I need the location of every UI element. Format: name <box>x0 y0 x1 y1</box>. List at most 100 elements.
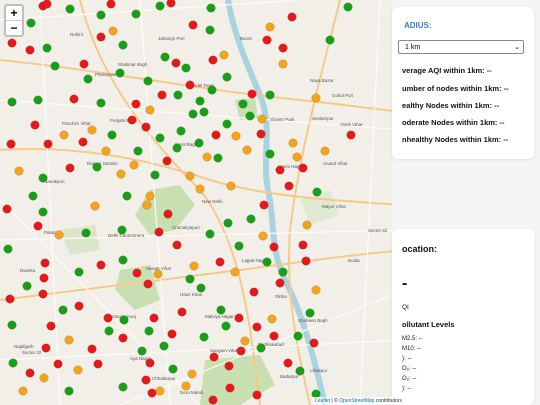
moderate-aqi-marker[interactable] <box>59 130 69 140</box>
good-aqi-marker[interactable] <box>181 63 191 73</box>
moderate-aqi-marker[interactable] <box>108 26 118 36</box>
unhealthy-aqi-marker[interactable] <box>172 240 182 250</box>
good-aqi-marker[interactable] <box>7 97 17 107</box>
unhealthy-aqi-marker[interactable] <box>118 333 128 343</box>
moderate-aqi-marker[interactable] <box>230 267 240 277</box>
zoom-in-button[interactable]: + <box>6 6 22 20</box>
good-aqi-marker[interactable] <box>117 225 127 235</box>
good-aqi-marker[interactable] <box>195 96 205 106</box>
good-aqi-marker[interactable] <box>64 386 74 396</box>
map-tiles[interactable]: Rohini Burari Jahangir Puri PitampuraShalim… <box>0 0 405 405</box>
moderate-aqi-marker[interactable] <box>87 125 97 135</box>
unhealthy-aqi-marker[interactable] <box>69 94 79 104</box>
good-aqi-marker[interactable] <box>199 107 209 117</box>
good-aqi-marker[interactable] <box>199 332 209 342</box>
unhealthy-aqi-marker[interactable] <box>208 395 218 405</box>
unhealthy-aqi-marker[interactable] <box>298 163 308 173</box>
moderate-aqi-marker[interactable] <box>187 369 197 379</box>
unhealthy-aqi-marker[interactable] <box>188 20 198 30</box>
unhealthy-aqi-marker[interactable] <box>25 368 35 378</box>
osm-link[interactable]: OpenStreetMap <box>339 398 374 404</box>
unhealthy-aqi-marker[interactable] <box>215 257 225 267</box>
unhealthy-aqi-marker[interactable] <box>287 12 297 22</box>
good-aqi-marker[interactable] <box>173 90 183 100</box>
good-aqi-marker[interactable] <box>155 133 165 143</box>
unhealthy-aqi-marker[interactable] <box>33 221 43 231</box>
unhealthy-aqi-marker[interactable] <box>275 278 285 288</box>
good-aqi-marker[interactable] <box>305 308 315 318</box>
good-aqi-marker[interactable] <box>81 228 91 238</box>
moderate-aqi-marker[interactable] <box>202 152 212 162</box>
good-aqi-marker[interactable] <box>96 10 106 20</box>
unhealthy-aqi-marker[interactable] <box>269 242 279 252</box>
moderate-aqi-marker[interactable] <box>278 59 288 69</box>
good-aqi-marker[interactable] <box>223 218 233 228</box>
unhealthy-aqi-marker[interactable] <box>6 139 16 149</box>
moderate-aqi-marker[interactable] <box>181 381 191 391</box>
unhealthy-aqi-marker[interactable] <box>247 89 257 99</box>
unhealthy-aqi-marker[interactable] <box>93 359 103 369</box>
good-aqi-marker[interactable] <box>8 358 18 368</box>
moderate-aqi-marker[interactable] <box>320 146 330 156</box>
unhealthy-aqi-marker[interactable] <box>346 130 356 140</box>
unhealthy-aqi-marker[interactable] <box>185 80 195 90</box>
good-aqi-marker[interactable] <box>172 143 182 153</box>
unhealthy-aqi-marker[interactable] <box>171 58 181 68</box>
unhealthy-aqi-marker[interactable] <box>167 329 177 339</box>
unhealthy-aqi-marker[interactable] <box>141 375 151 385</box>
good-aqi-marker[interactable] <box>150 170 160 180</box>
good-aqi-marker[interactable] <box>96 98 106 108</box>
good-aqi-marker[interactable] <box>65 4 75 14</box>
unhealthy-aqi-marker[interactable] <box>154 227 164 237</box>
moderate-aqi-marker[interactable] <box>54 230 64 240</box>
moderate-aqi-marker[interactable] <box>145 191 155 201</box>
unhealthy-aqi-marker[interactable] <box>166 0 176 8</box>
good-aqi-marker[interactable] <box>74 267 84 277</box>
good-aqi-marker[interactable] <box>131 9 141 19</box>
unhealthy-aqi-marker[interactable] <box>132 268 142 278</box>
unhealthy-aqi-marker[interactable] <box>103 313 113 323</box>
good-aqi-marker[interactable] <box>206 3 216 13</box>
good-aqi-marker[interactable] <box>118 40 128 50</box>
unhealthy-aqi-marker[interactable] <box>74 301 84 311</box>
good-aqi-marker[interactable] <box>42 43 52 53</box>
moderate-aqi-marker[interactable] <box>226 181 236 191</box>
good-aqi-marker[interactable] <box>325 35 335 45</box>
moderate-aqi-marker[interactable] <box>39 373 49 383</box>
moderate-aqi-marker[interactable] <box>73 365 83 375</box>
good-aqi-marker[interactable] <box>213 153 223 163</box>
unhealthy-aqi-marker[interactable] <box>40 258 50 268</box>
good-aqi-marker[interactable] <box>118 255 128 265</box>
moderate-aqi-marker[interactable] <box>292 152 302 162</box>
good-aqi-marker[interactable] <box>194 138 204 148</box>
good-aqi-marker[interactable] <box>50 61 60 71</box>
unhealthy-aqi-marker[interactable] <box>225 383 235 393</box>
good-aqi-marker[interactable] <box>104 326 114 336</box>
unhealthy-aqi-marker[interactable] <box>309 338 319 348</box>
good-aqi-marker[interactable] <box>28 191 38 201</box>
unhealthy-aqi-marker[interactable] <box>249 287 259 297</box>
good-aqi-marker[interactable] <box>107 130 117 140</box>
moderate-aqi-marker[interactable] <box>145 105 155 115</box>
unhealthy-aqi-marker[interactable] <box>162 156 172 166</box>
unhealthy-aqi-marker[interactable] <box>208 55 218 65</box>
good-aqi-marker[interactable] <box>83 74 93 84</box>
good-aqi-marker[interactable] <box>168 364 178 374</box>
good-aqi-marker[interactable] <box>133 146 143 156</box>
good-aqi-marker[interactable] <box>176 126 186 136</box>
moderate-aqi-marker[interactable] <box>14 166 24 176</box>
unhealthy-aqi-marker[interactable] <box>252 390 262 400</box>
unhealthy-aqi-marker[interactable] <box>234 313 244 323</box>
moderate-aqi-marker[interactable] <box>189 261 199 271</box>
unhealthy-aqi-marker[interactable] <box>127 115 137 125</box>
unhealthy-aqi-marker[interactable] <box>78 137 88 147</box>
good-aqi-marker[interactable] <box>188 109 198 119</box>
good-aqi-marker[interactable] <box>265 90 275 100</box>
moderate-aqi-marker[interactable] <box>155 386 165 396</box>
unhealthy-aqi-marker[interactable] <box>131 99 141 109</box>
unhealthy-aqi-marker[interactable] <box>301 256 311 266</box>
unhealthy-aqi-marker[interactable] <box>283 358 293 368</box>
unhealthy-aqi-marker[interactable] <box>278 43 288 53</box>
good-aqi-marker[interactable] <box>246 214 256 224</box>
unhealthy-aqi-marker[interactable] <box>157 90 167 100</box>
